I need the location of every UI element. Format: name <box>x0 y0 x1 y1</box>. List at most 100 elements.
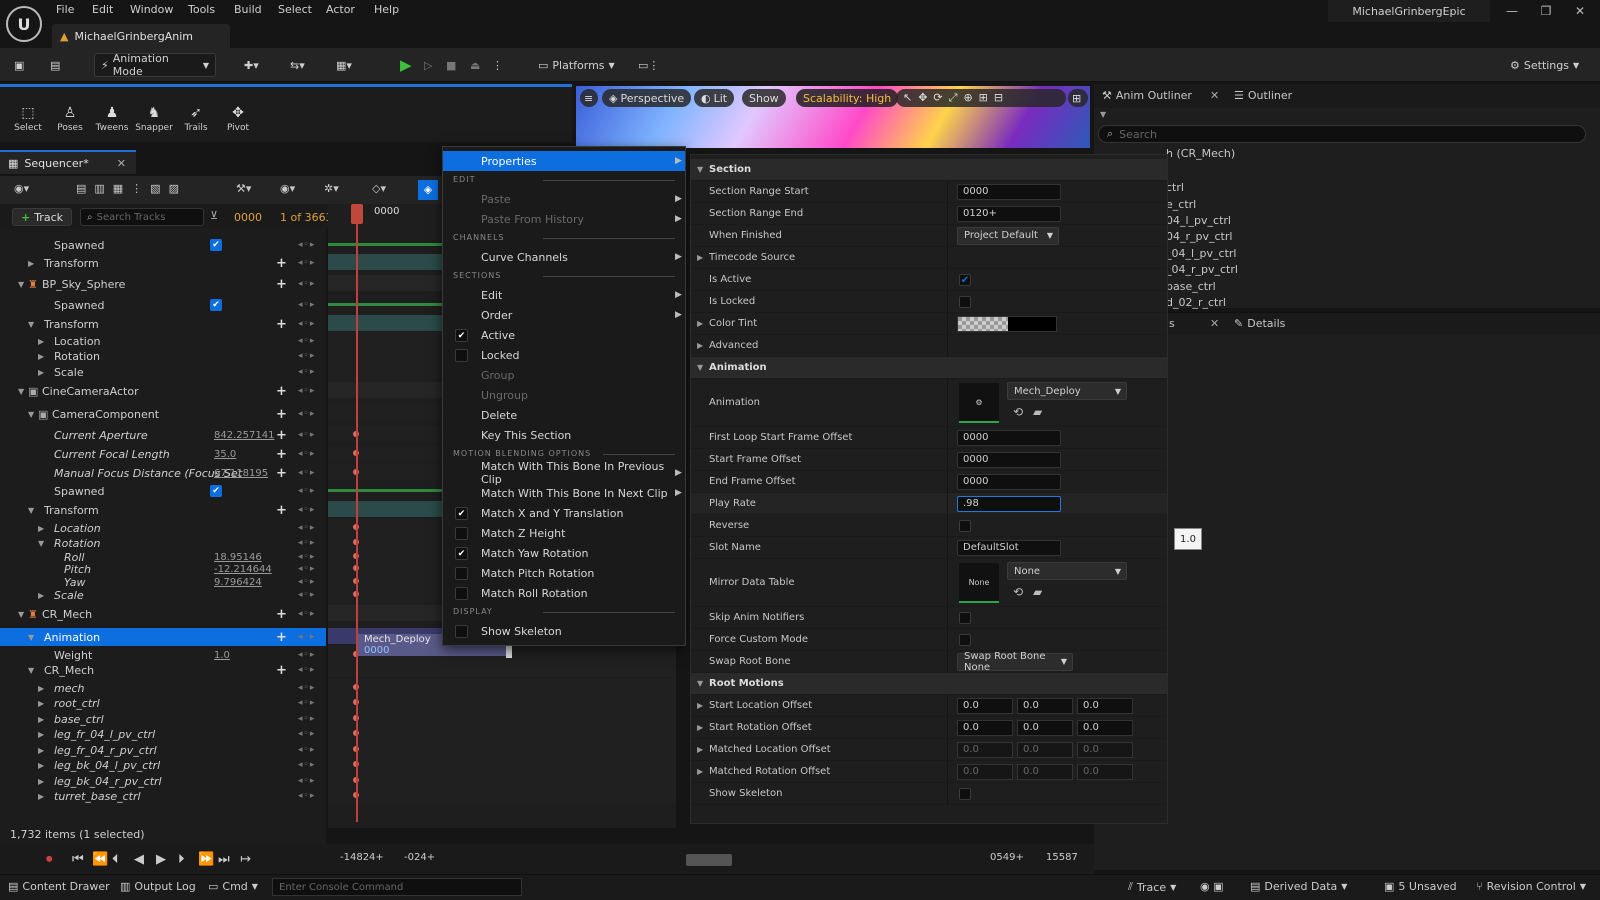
menu-group[interactable]: Group <box>443 365 685 385</box>
menu-match-xy[interactable]: ✔ Match X and Y Translation <box>443 503 685 523</box>
device-icon[interactable]: ▭⋮ <box>638 53 659 77</box>
keyframe-nav-icon[interactable]: ◂◦▸ <box>298 538 315 548</box>
view-start[interactable]: -024+ <box>404 852 435 863</box>
keyframe-nav-icon[interactable]: ◂◦▸ <box>298 505 315 515</box>
mode-snapper-button[interactable]: ♞ Snapper <box>134 105 174 133</box>
jump-start-icon[interactable]: ⏮ <box>72 852 84 867</box>
track-row[interactable]: Spawned ✔ ◂◦▸ <box>0 236 326 254</box>
cinematics-icon[interactable]: ▦▾ <box>336 53 352 77</box>
keyframe-nav-icon[interactable]: ◂◦▸ <box>298 351 315 361</box>
keyframe-nav-icon[interactable]: ◂◦▸ <box>298 486 315 496</box>
chevron-down-icon[interactable]: ▼ <box>28 506 34 515</box>
platforms-dropdown[interactable]: ▭ Platforms ▼ <box>538 53 620 77</box>
keyframe-nav-icon[interactable]: ◂◦▸ <box>298 449 315 459</box>
is-locked-checkbox[interactable] <box>959 295 971 308</box>
category-root-motions[interactable]: ▼ Root Motions <box>691 673 1167 695</box>
timeline-row[interactable] <box>328 772 676 788</box>
match-pitch-checkbox[interactable] <box>455 566 468 580</box>
keyframe-nav-icon[interactable]: ◂◦▸ <box>298 258 315 268</box>
section-range-start-field[interactable]: 0000 <box>957 183 1061 200</box>
outliner-item[interactable]: _04_r_pv_ctrl <box>1166 263 1238 276</box>
spawned-checkbox[interactable]: ✔ <box>210 299 222 311</box>
derived-data-button[interactable]: ▤ Derived Data ▼ <box>1250 880 1347 893</box>
reverse-checkbox[interactable] <box>959 519 971 532</box>
close-tab-icon[interactable]: ✕ <box>117 157 126 170</box>
category-animation[interactable]: ▼ Animation <box>691 357 1167 379</box>
track-row[interactable]: ▼ ♜ CR_Mech + ◂◦▸ <box>0 605 326 623</box>
chevron-right-icon[interactable]: ▶ <box>38 699 44 708</box>
transform-tools-icon[interactable]: ↖✥⟳⤢⊕⊞⊟ <box>896 89 1066 107</box>
slot-name-field[interactable]: DefaultSlot <box>957 539 1061 556</box>
timeline-scrollbar[interactable] <box>686 854 732 866</box>
add-key-button[interactable]: + <box>276 503 287 518</box>
keyframe-nav-icon[interactable]: ◂◦▸ <box>298 632 315 642</box>
broadcast-icon[interactable]: ◉ ▣ <box>1200 880 1224 893</box>
mirror-table-dropdown[interactable]: None ▼ <box>1007 562 1127 580</box>
outliner-search-input[interactable]: ⌕ Search <box>1098 125 1586 143</box>
show-skeleton-checkbox[interactable] <box>959 787 971 800</box>
keyframe-nav-icon[interactable]: ◂◦▸ <box>298 300 315 310</box>
close-tab-icon[interactable]: ✕ <box>1210 317 1219 330</box>
revision-control-button[interactable]: ⑂ Revision Control ▼ <box>1476 880 1586 893</box>
tab-outliner[interactable]: ☰ Outliner <box>1234 89 1292 102</box>
menu-paste-history[interactable]: Paste From History ▶ <box>443 209 685 229</box>
prev-key-icon[interactable]: ⏪ <box>92 852 108 867</box>
skip-notifiers-checkbox[interactable] <box>959 611 971 624</box>
chevron-down-icon[interactable]: ▼ <box>28 666 34 675</box>
track-row[interactable]: Current Focal Length 35.0 + ◂◦▸ <box>0 445 326 463</box>
chevron-down-icon[interactable]: ▼ <box>1100 110 1106 119</box>
layout-icon[interactable]: ⊞ <box>1068 89 1088 107</box>
outliner-item[interactable]: e_ctrl <box>1166 198 1196 211</box>
chevron-right-icon[interactable]: ▶ <box>38 591 44 600</box>
menu-actor[interactable]: Actor <box>326 3 355 16</box>
mode-trails-button[interactable]: ➶ Trails <box>176 105 216 133</box>
add-actor-icon[interactable]: ✚▾ <box>244 53 259 77</box>
trace-button[interactable]: ⫽ Trace ▼ <box>1128 880 1176 894</box>
level-viewport[interactable]: ≡ ◈ Perspective ◐ Lit Show Scalability: Hi… <box>576 86 1090 148</box>
keyframe-nav-icon[interactable]: ◂◦▸ <box>298 745 315 755</box>
keyframe-nav-icon[interactable]: ◂◦▸ <box>298 430 315 440</box>
keyframe-nav-icon[interactable]: ◂◦▸ <box>298 776 315 786</box>
outliner-item[interactable]: 04_l_pv_ctrl <box>1166 214 1231 227</box>
match-z-checkbox[interactable] <box>455 526 468 540</box>
add-key-button[interactable]: + <box>276 428 287 443</box>
level-tab[interactable]: ▲ MichaelGrinbergAnim <box>52 24 230 48</box>
chevron-right-icon[interactable]: ▶ <box>38 792 44 801</box>
scalability-button[interactable]: Scalability: High <box>796 89 899 107</box>
track-row[interactable]: ▼ Animation + ◂◦▸ <box>0 628 326 646</box>
spawned-checkbox[interactable]: ✔ <box>210 239 222 251</box>
next-key-icon[interactable]: ⏩ <box>198 852 214 867</box>
chevron-right-icon[interactable]: ▶ <box>38 761 44 770</box>
track-row[interactable]: ▶ Transform + ◂◦▸ <box>0 254 326 272</box>
x-field[interactable]: 0.0 <box>957 697 1013 714</box>
add-key-button[interactable]: + <box>276 407 287 422</box>
menu-active[interactable]: ✔ Active <box>443 325 685 345</box>
menu-window[interactable]: Window <box>130 3 173 16</box>
sequencer-tab[interactable]: ▦ Sequencer* ✕ <box>0 150 136 174</box>
show-button[interactable]: Show <box>742 89 786 107</box>
mirror-table-thumbnail[interactable]: None <box>959 563 999 603</box>
add-key-button[interactable]: + <box>276 317 287 332</box>
menu-help[interactable]: Help <box>374 3 399 16</box>
add-track-button[interactable]: + Track <box>12 208 72 226</box>
menu-match-z[interactable]: Match Z Height <box>443 523 685 543</box>
add-key-button[interactable]: + <box>276 466 287 481</box>
add-key-button[interactable]: + <box>276 447 287 462</box>
output-log-button[interactable]: ▥ Output Log <box>120 880 196 893</box>
menu-edit[interactable]: Edit <box>92 3 113 16</box>
timeline-row[interactable] <box>328 679 676 695</box>
outliner-item[interactable]: 04_r_pv_ctrl <box>1166 230 1232 243</box>
unreal-logo-icon[interactable]: U <box>6 6 42 42</box>
keyframe-nav-icon[interactable]: ◂◦▸ <box>298 367 315 377</box>
chevron-down-icon[interactable]: ▼ <box>28 320 34 329</box>
step-icon[interactable]: ▷ <box>424 53 432 77</box>
menu-key-section[interactable]: Key This Section <box>443 425 685 445</box>
track-search-input[interactable]: ⌕ Search Tracks <box>80 208 204 226</box>
range-end[interactable]: 15587 <box>1046 852 1078 863</box>
keyframe-nav-icon[interactable]: ◂◦▸ <box>298 336 315 346</box>
eject-icon[interactable]: ⏏ <box>470 53 480 77</box>
chevron-right-icon[interactable]: ▶ <box>38 715 44 724</box>
animation-asset-dropdown[interactable]: Mech_Deploy ▼ <box>1007 382 1127 400</box>
menu-curve-channels[interactable]: Curve Channels ▶ <box>443 247 685 267</box>
record-icon[interactable]: ⏺ <box>46 852 53 867</box>
